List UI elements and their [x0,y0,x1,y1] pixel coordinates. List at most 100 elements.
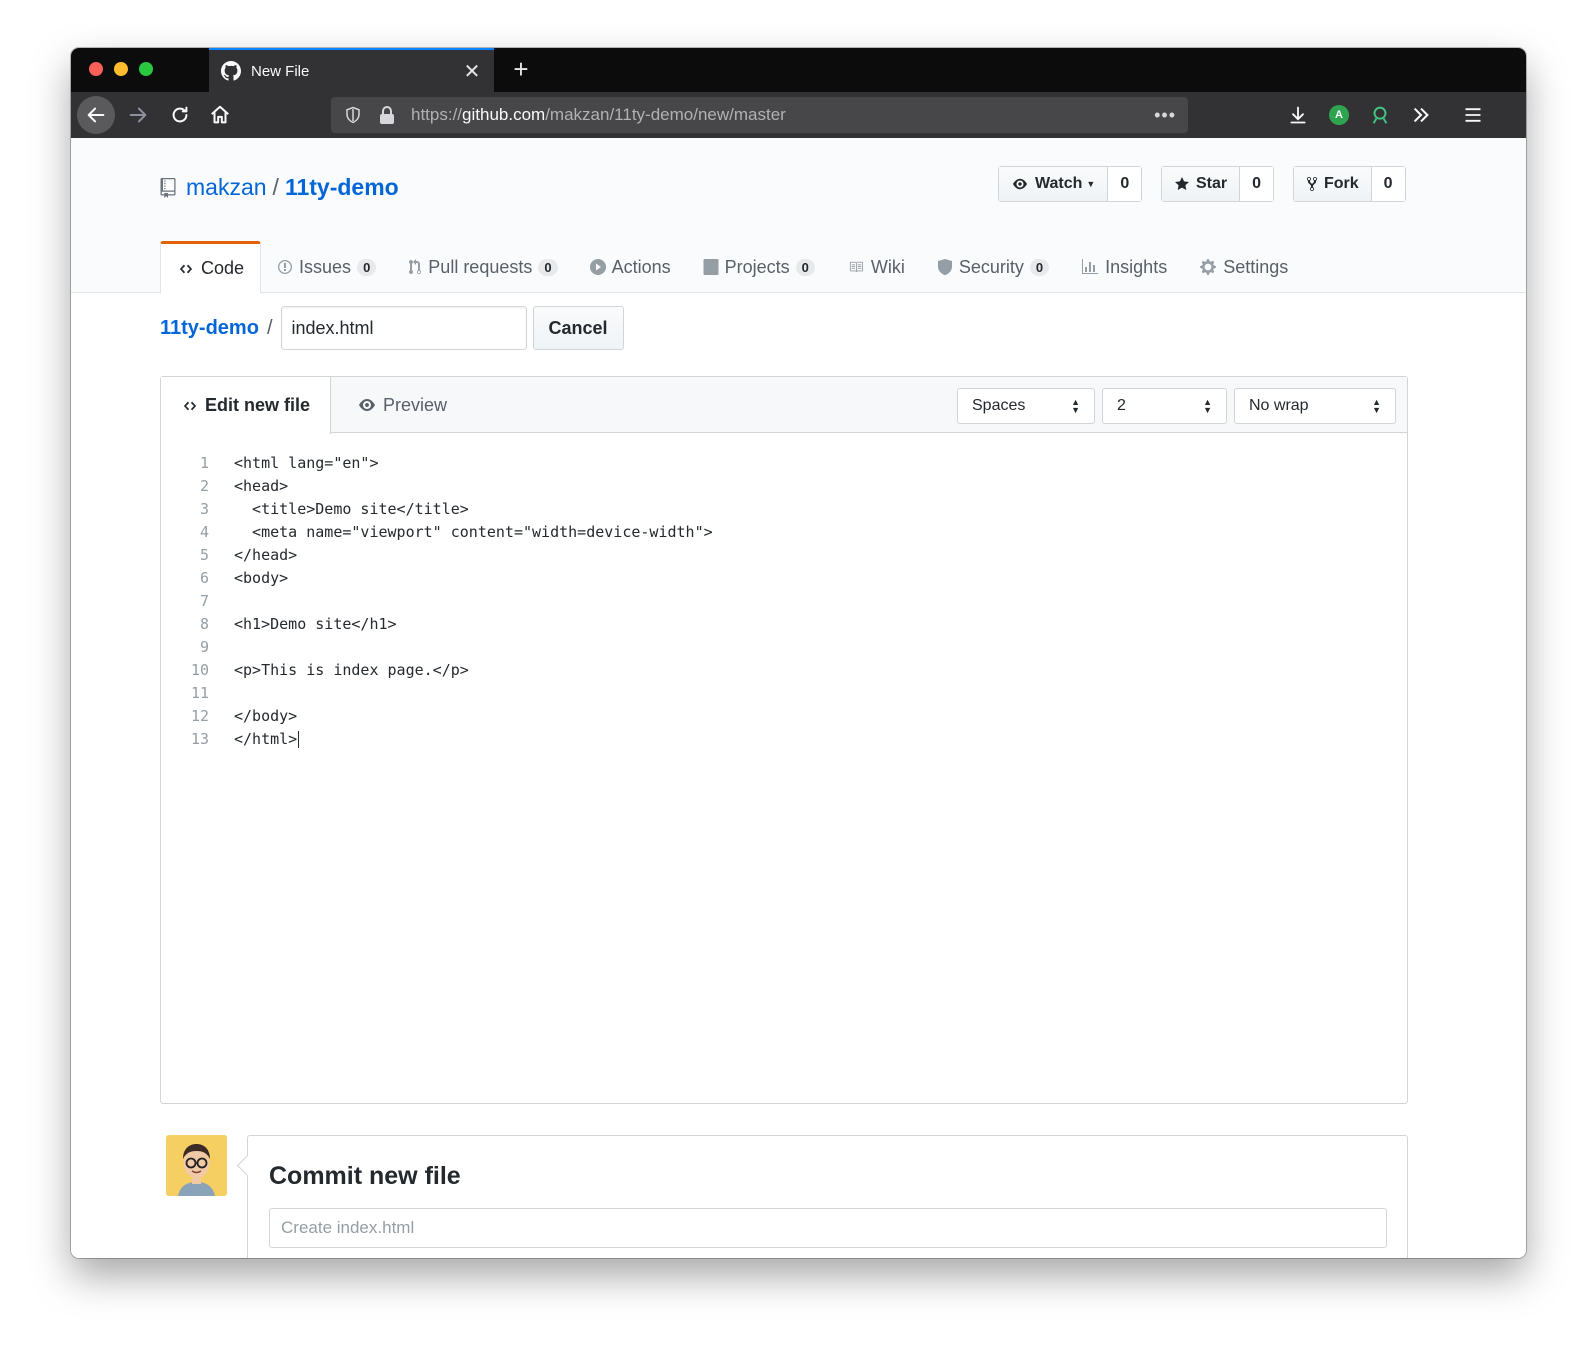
code-icon [183,401,197,410]
lock-icon[interactable] [377,105,397,125]
indent-size-select[interactable]: 2 ▲ ▼ [1102,388,1227,424]
minimize-window-button[interactable] [114,62,128,76]
forward-button[interactable] [119,96,157,134]
line-content[interactable]: <h1>Demo site</h1> [209,615,397,633]
line-content[interactable]: </body> [209,707,297,725]
tab-actions[interactable]: Actions [574,241,687,293]
tab-settings[interactable]: Settings [1183,241,1304,293]
back-button[interactable] [77,96,115,134]
address-bar[interactable]: https://github.com/makzan/11ty-demo/new/… [331,97,1188,133]
tab-projects[interactable]: Projects 0 [687,241,831,293]
commit-form: Commit new file [247,1135,1408,1258]
avatar[interactable] [166,1135,227,1196]
code-area[interactable]: 1 <html lang="en"> 2 <head> 3 <title>Demo si… [161,451,1407,750]
profile-badge[interactable]: A [1329,105,1349,125]
line-content[interactable]: <title>Demo site</title> [209,500,469,518]
line-number: 4 [199,522,209,541]
fork-count[interactable]: 0 [1371,167,1405,201]
code-line[interactable]: 7 [161,589,1407,612]
navigation-bar: https://github.com/makzan/11ty-demo/new/… [71,92,1526,138]
new-tab-button[interactable]: + [505,54,537,86]
line-number: 10 [190,660,209,679]
hamburger-menu-button[interactable] [1462,104,1484,126]
tab-code-label: Code [201,258,245,278]
download-icon [1290,106,1306,124]
tab-edit-label: Edit new file [205,395,311,415]
tab-actions-label: Actions [611,256,671,277]
extension-button[interactable] [1369,104,1391,126]
cancel-button[interactable]: Cancel [532,306,624,350]
code-line[interactable]: 11 [161,681,1407,704]
tab-code[interactable]: Code [160,241,262,294]
tab-insights[interactable]: Insights [1065,241,1183,293]
fork-button[interactable]: Fork [1294,167,1372,201]
watch-button[interactable]: Watch ▼ [999,167,1109,201]
code-line[interactable]: 12 </body> [161,704,1407,727]
line-number: 13 [190,729,209,748]
browser-tab[interactable]: New File ✕ [209,48,494,92]
tab-preview[interactable]: Preview [337,377,467,433]
code-line[interactable]: 10 <p>This is index page.</p> [161,658,1407,681]
tab-wiki[interactable]: Wiki [831,241,921,293]
code-line[interactable]: 5 </head> [161,543,1407,566]
caret-down-icon: ▼ [1086,179,1096,189]
zoom-window-button[interactable] [139,62,153,76]
tab-pull-requests[interactable]: Pull requests 0 [392,241,573,293]
code-line[interactable]: 4 <meta name="viewport" content="width=d… [161,520,1407,543]
home-button[interactable] [201,96,239,134]
code-line[interactable]: 1 <html lang="en"> [161,451,1407,474]
wrap-mode-select[interactable]: No wrap ▲ ▼ [1234,388,1396,424]
code-line[interactable]: 3 <title>Demo site</title> [161,497,1407,520]
avatar-illustration [166,1135,227,1196]
tab-projects-label: Projects [724,256,790,277]
line-number: 9 [199,637,209,656]
star-button[interactable]: Star [1162,167,1241,201]
close-tab-icon[interactable]: ✕ [462,59,482,84]
page-actions-icon[interactable]: ••• [1154,105,1176,126]
select-arrows-icon: ▲ ▼ [1372,397,1381,415]
line-number: 3 [199,499,209,518]
code-line[interactable]: 9 [161,635,1407,658]
indent-mode-select[interactable]: Spaces ▲ ▼ [957,388,1095,424]
downloads-button[interactable] [1287,104,1309,126]
line-content[interactable]: <p>This is index page.</p> [209,661,469,679]
editor-toolbar: Edit new file Preview Spaces ▲ ▼ 2 ▲ ▼ No … [161,377,1407,434]
repo-name-link[interactable]: 11ty-demo [285,174,399,201]
reload-button[interactable] [161,96,199,134]
tab-insights-label: Insights [1105,256,1168,277]
line-content[interactable]: <body> [209,569,288,587]
home-icon [211,105,229,124]
watch-count[interactable]: 0 [1108,167,1142,201]
graph-icon [1082,259,1099,274]
code-line[interactable]: 2 <head> [161,474,1407,497]
tracking-shield-icon[interactable] [343,105,363,125]
github-icon [221,61,241,81]
tab-edit-new-file[interactable]: Edit new file [161,377,331,434]
filename-input[interactable] [280,306,527,350]
tab-security-label: Security [958,256,1024,277]
code-line[interactable]: 6 <body> [161,566,1407,589]
commit-title: Commit new file [269,1162,461,1190]
line-content[interactable]: <meta name="viewport" content="width=dev… [209,523,713,541]
tab-security[interactable]: Security 0 [921,241,1065,293]
line-content[interactable]: <html lang="en"> [209,454,379,472]
tab-settings-label: Settings [1223,256,1289,277]
overflow-menu-button[interactable] [1410,104,1432,126]
extension-icon [1372,106,1388,124]
security-count-badge: 0 [1029,258,1050,276]
code-line[interactable]: 13 </html> [161,727,1407,750]
line-content[interactable]: <head> [209,477,288,495]
repo-owner-link[interactable]: makzan [186,174,267,201]
tab-issues[interactable]: Issues 0 [261,241,392,293]
line-content[interactable]: </head> [209,546,297,564]
line-content[interactable]: </html> [209,730,300,748]
commit-message-input[interactable] [269,1208,1387,1248]
close-window-button[interactable] [89,62,103,76]
code-line[interactable]: 8 <h1>Demo site</h1> [161,612,1407,635]
breadcrumb-repo-link[interactable]: 11ty-demo [160,317,259,340]
star-count[interactable]: 0 [1240,167,1274,201]
line-number: 7 [199,591,209,610]
line-number: 2 [199,476,209,495]
pull-request-icon [409,259,422,274]
chevrons-right-icon [1413,107,1429,123]
